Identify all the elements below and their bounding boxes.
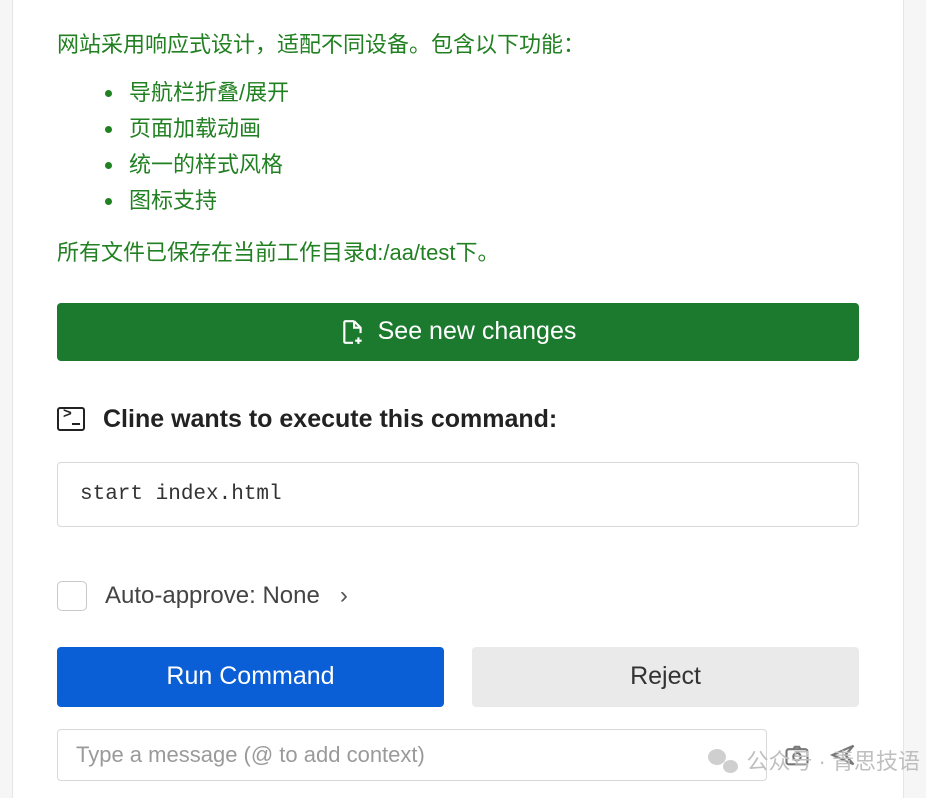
content-area: 网站采用响应式设计，适配不同设备。包含以下功能： 导航栏折叠/展开 页面加载动画…	[13, 0, 903, 781]
auto-approve-checkbox[interactable]	[57, 581, 87, 611]
see-new-changes-button[interactable]: See new changes	[57, 303, 859, 361]
command-text-box[interactable]: start index.html	[57, 462, 859, 527]
run-command-button[interactable]: Run Command	[57, 647, 444, 707]
response-bullet-list: 导航栏折叠/展开 页面加载动画 统一的样式风格 图标支持	[57, 76, 859, 218]
camera-icon[interactable]	[781, 739, 813, 771]
command-text: start index.html	[80, 483, 282, 506]
reject-button[interactable]: Reject	[472, 647, 859, 707]
send-icon[interactable]	[827, 739, 859, 771]
response-intro: 网站采用响应式设计，适配不同设备。包含以下功能：	[57, 28, 859, 62]
see-changes-label: See new changes	[378, 317, 577, 346]
message-input[interactable]	[57, 729, 767, 781]
list-item: 导航栏折叠/展开	[105, 76, 859, 110]
message-input-row	[57, 729, 859, 781]
command-section: Cline wants to execute this command: sta…	[57, 405, 859, 527]
command-header: Cline wants to execute this command:	[57, 405, 859, 434]
main-panel: 网站采用响应式设计，适配不同设备。包含以下功能： 导航栏折叠/展开 页面加载动画…	[12, 0, 904, 798]
list-item: 页面加载动画	[105, 112, 859, 146]
list-item: 图标支持	[105, 184, 859, 218]
response-outro: 所有文件已保存在当前工作目录d:/aa/test下。	[57, 236, 859, 270]
assistant-response: 网站采用响应式设计，适配不同设备。包含以下功能： 导航栏折叠/展开 页面加载动画…	[57, 0, 859, 271]
auto-approve-row[interactable]: Auto-approve: None ›	[57, 581, 859, 611]
command-title: Cline wants to execute this command:	[103, 405, 557, 434]
file-plus-icon	[340, 318, 366, 346]
action-button-row: Run Command Reject	[57, 647, 859, 707]
chevron-right-icon[interactable]: ›	[340, 582, 348, 610]
auto-approve-label: Auto-approve: None	[105, 582, 320, 610]
list-item: 统一的样式风格	[105, 148, 859, 182]
terminal-icon	[57, 407, 85, 431]
